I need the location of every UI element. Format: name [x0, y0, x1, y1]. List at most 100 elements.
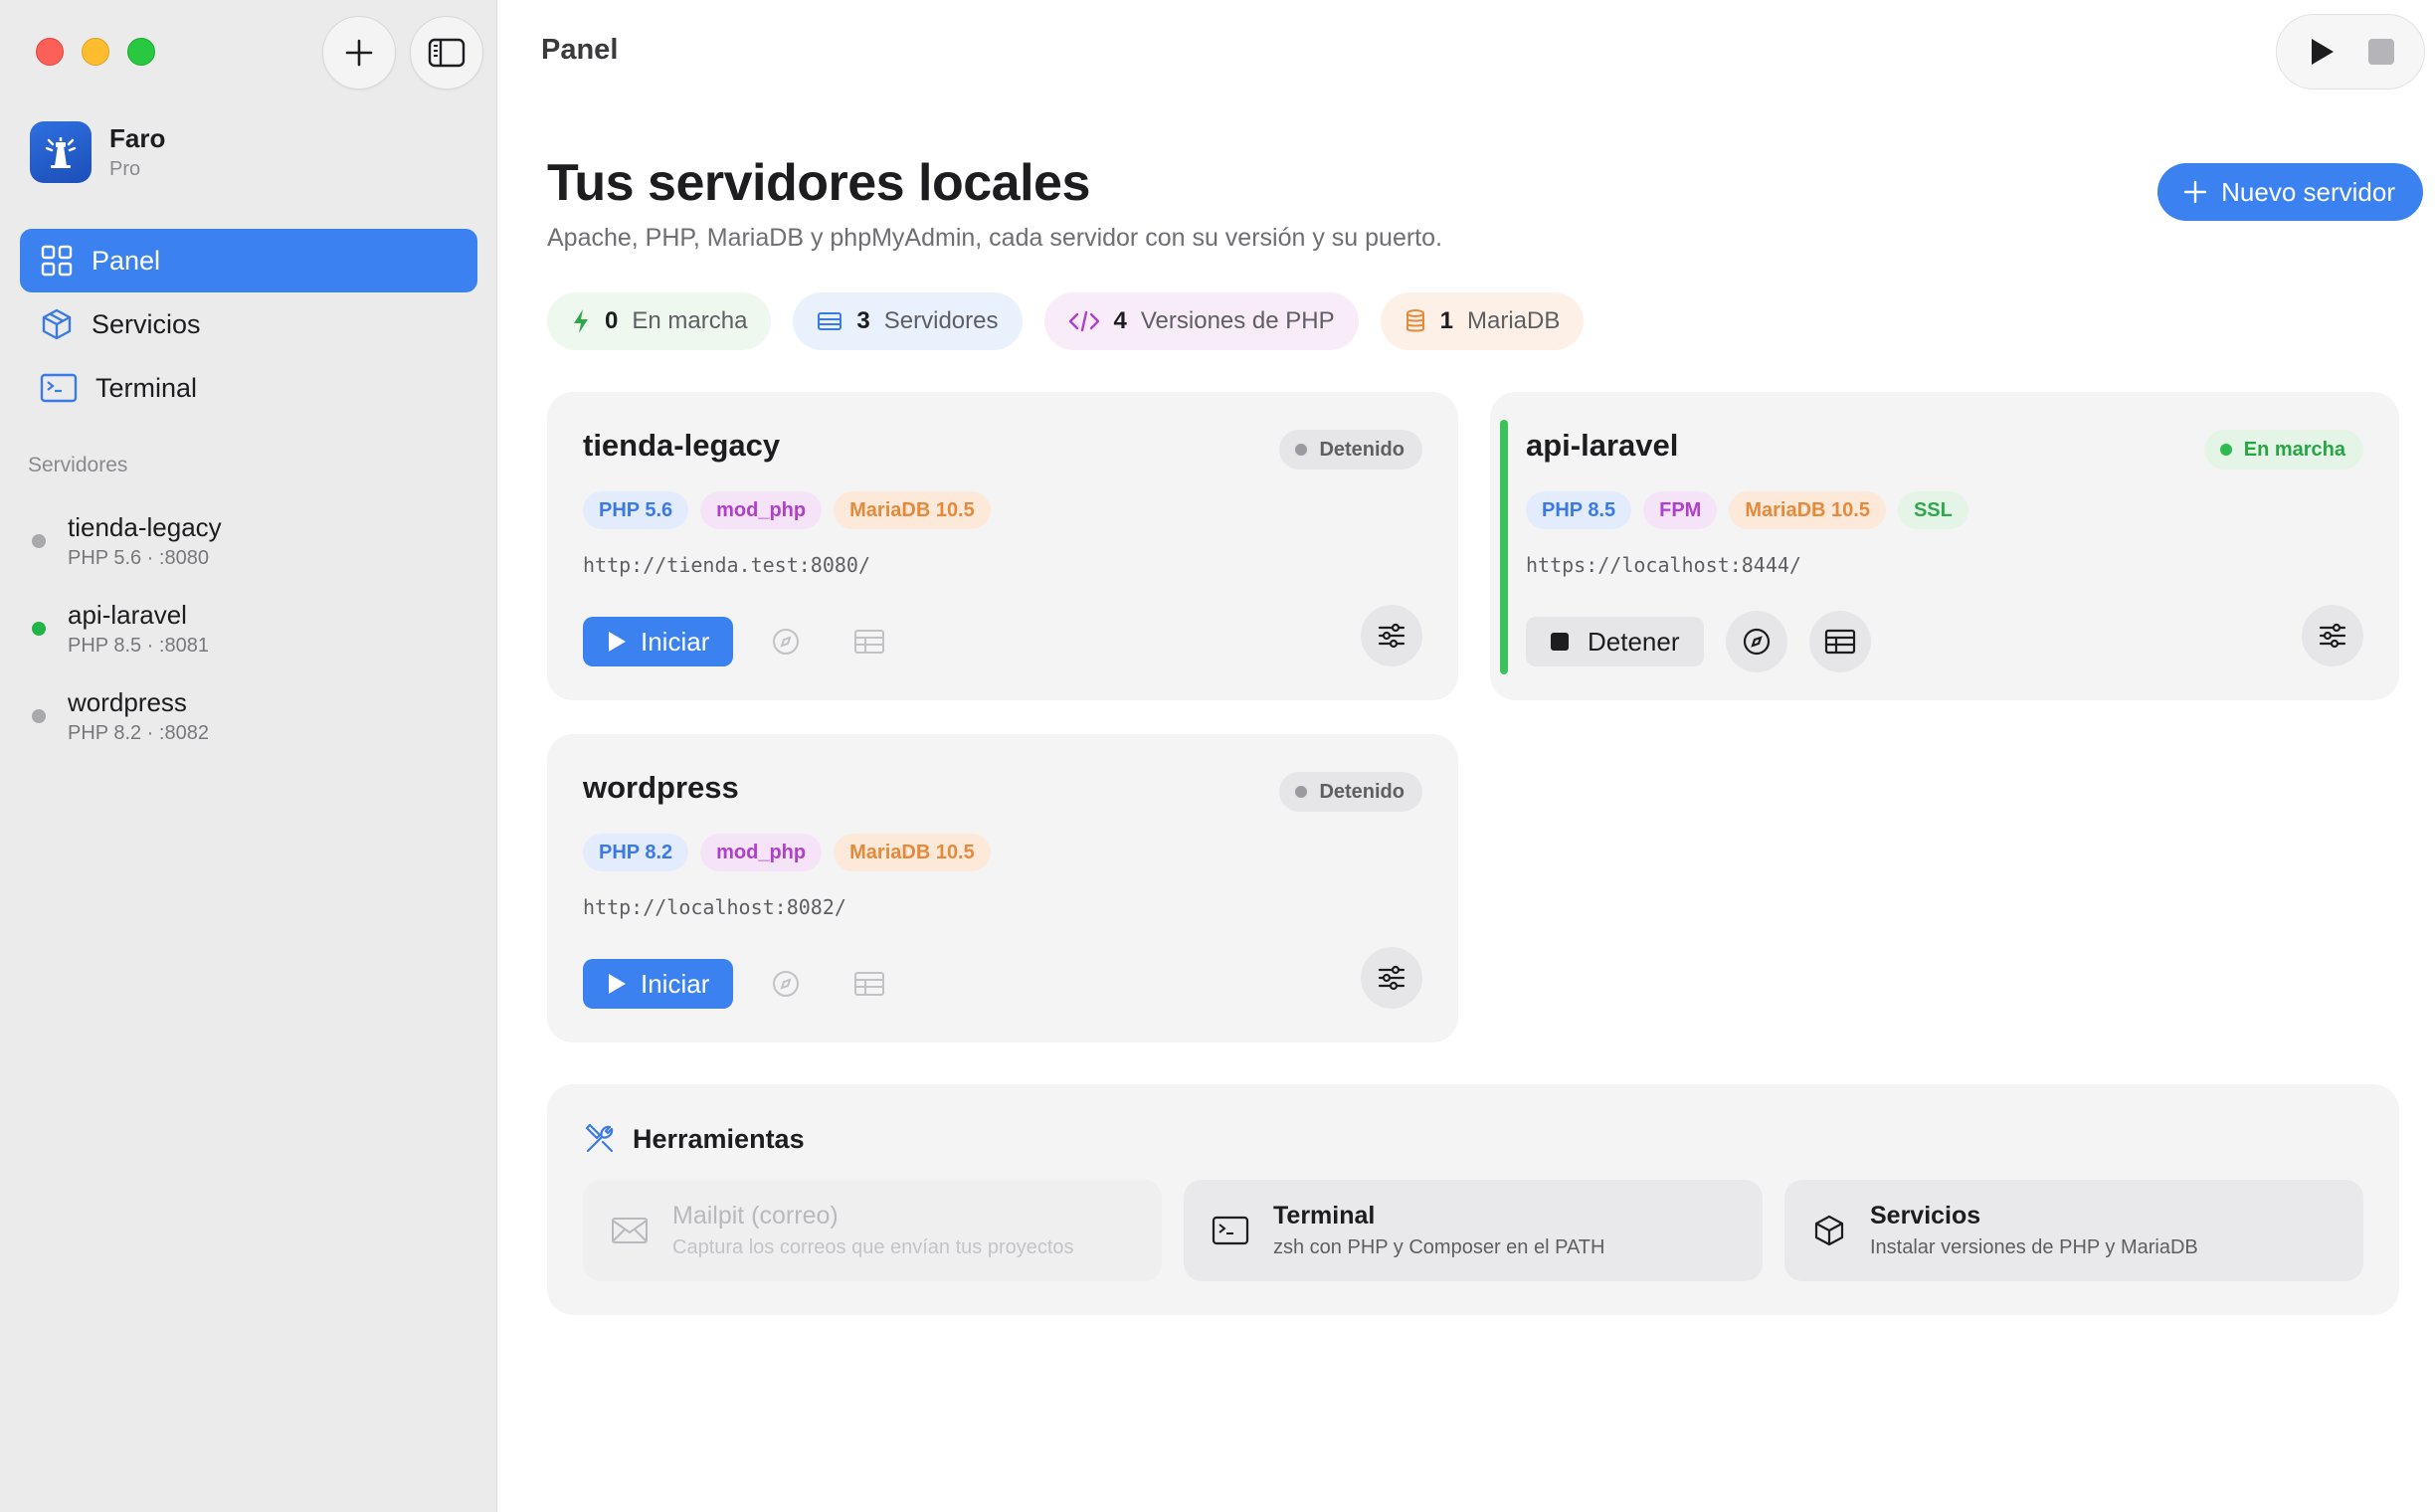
stat-count: 3 [856, 307, 870, 334]
open-browser-button[interactable] [755, 611, 817, 672]
server-rack-icon [818, 312, 843, 330]
stop-button[interactable]: Detener [1526, 617, 1704, 666]
stats-row: 0 En marcha 3 Servidores 4 Versiones de … [547, 292, 1585, 350]
tools-header: Herramientas [583, 1122, 805, 1156]
server-name: wordpress [68, 687, 187, 717]
stop-label: Detener [1588, 626, 1680, 657]
stat-running: 0 En marcha [547, 292, 772, 350]
sidebar-nav: Panel Servicios Terminal [20, 229, 477, 420]
server-url[interactable]: http://tienda.test:8080/ [583, 553, 870, 577]
bolt-icon [574, 309, 588, 333]
stat-label: MariaDB [1467, 307, 1561, 334]
sidebar-item-panel[interactable]: Panel [20, 229, 477, 292]
server-list-item-wordpress[interactable]: wordpress PHP 8.2 · :8082 [28, 672, 475, 760]
status-badge: En marcha [2203, 430, 2363, 470]
open-browser-button[interactable] [755, 953, 817, 1015]
stat-label: Servidores [883, 307, 999, 334]
app-tier: Pro [109, 158, 141, 180]
server-url[interactable]: http://localhost:8082/ [583, 895, 846, 919]
tool-terminal[interactable]: Terminal zsh con PHP y Composer en el PA… [1184, 1180, 1763, 1281]
sliders-icon [1378, 623, 1405, 649]
toggle-sidebar-button[interactable] [410, 16, 483, 90]
server-details: PHP 8.5 · :8081 [68, 635, 209, 657]
tag-handler: mod_php [700, 834, 823, 871]
server-settings-button[interactable] [2302, 605, 2363, 666]
sidebar-item-terminal[interactable]: Terminal [20, 356, 477, 420]
sliders-icon [2319, 623, 2346, 649]
run-controls [2276, 14, 2425, 90]
wrench-screwdriver-icon [585, 1123, 614, 1153]
stat-php-versions: 4 Versiones de PHP [1043, 292, 1359, 350]
server-name: tienda-legacy [68, 512, 222, 542]
tag-handler: FPM [1643, 491, 1718, 529]
card-actions: Iniciar [583, 953, 900, 1015]
status-dot [32, 534, 46, 548]
close-window-button[interactable] [36, 38, 64, 66]
status-badge: Detenido [1279, 430, 1422, 470]
tool-name: Servicios [1870, 1202, 1981, 1229]
terminal-icon [1212, 1216, 1249, 1245]
start-button[interactable]: Iniciar [583, 959, 734, 1009]
stop-all-button[interactable] [2367, 38, 2395, 66]
server-card-wordpress: wordpress Detenido PHP 8.2 mod_php Maria… [547, 734, 1458, 1042]
page-title: Tus servidores locales [547, 154, 1090, 212]
server-card-api-laravel: api-laravel En marcha PHP 8.5 FPM MariaD… [1490, 392, 2399, 700]
cube-icon [42, 308, 72, 340]
add-server-button[interactable] [322, 16, 396, 90]
tag-list: PHP 8.5 FPM MariaDB 10.5 SSL [1526, 491, 1968, 529]
sidebar-item-label: Servicios [92, 308, 201, 339]
main-content: Panel Tus servidores locales Apache, PHP… [497, 0, 2435, 1512]
new-server-button[interactable]: Nuevo servidor [2157, 163, 2423, 221]
open-database-button[interactable] [839, 953, 900, 1015]
sidebar-item-servicios[interactable]: Servicios [20, 292, 477, 356]
tool-servicios[interactable]: Servicios Instalar versiones de PHP y Ma… [1784, 1180, 2363, 1281]
stat-count: 1 [1439, 307, 1453, 334]
server-list-item-api-laravel[interactable]: api-laravel PHP 8.5 · :8081 [28, 585, 475, 672]
tag-database: MariaDB 10.5 [834, 491, 991, 529]
stat-label: Versiones de PHP [1140, 307, 1335, 334]
status-label: Detenido [1319, 438, 1405, 461]
open-database-button[interactable] [1808, 611, 1871, 672]
tag-ssl: SSL [1897, 491, 1968, 529]
start-button[interactable]: Iniciar [583, 617, 734, 666]
table-icon [854, 972, 885, 996]
server-details: PHP 8.2 · :8082 [68, 722, 209, 744]
status-dot [1295, 786, 1308, 798]
minimize-window-button[interactable] [82, 38, 109, 66]
compass-icon [773, 629, 800, 655]
start-label: Iniciar [641, 968, 710, 999]
tool-description: Instalar versiones de PHP y MariaDB [1870, 1236, 2198, 1258]
status-dot [2219, 444, 2232, 456]
open-browser-button[interactable] [1725, 611, 1787, 672]
tag-list: PHP 5.6 mod_php MariaDB 10.5 [583, 491, 991, 529]
tool-mailpit[interactable]: Mailpit (correo) Captura los correos que… [583, 1180, 1162, 1281]
terminal-icon [40, 373, 78, 403]
play-icon [609, 974, 626, 994]
start-label: Iniciar [641, 626, 710, 657]
play-all-button[interactable] [2307, 36, 2337, 68]
server-settings-button[interactable] [1361, 605, 1422, 666]
server-settings-button[interactable] [1361, 947, 1422, 1009]
plus-icon [345, 39, 373, 67]
status-dot [32, 709, 46, 723]
tag-php: PHP 8.2 [583, 834, 689, 871]
compass-icon [1743, 628, 1770, 656]
app-name: Faro [109, 123, 166, 153]
tag-php: PHP 5.6 [583, 491, 689, 529]
open-database-button[interactable] [839, 611, 900, 672]
server-list-item-tienda-legacy[interactable]: tienda-legacy PHP 5.6 · :8080 [28, 497, 475, 585]
envelope-icon [612, 1218, 648, 1243]
page-subtitle: Apache, PHP, MariaDB y phpMyAdmin, cada … [547, 224, 1442, 252]
database-icon [1405, 309, 1424, 332]
server-url[interactable]: https://localhost:8444/ [1526, 553, 1801, 577]
zoom-window-button[interactable] [127, 38, 155, 66]
stat-servers: 3 Servidores [793, 292, 1023, 350]
sliders-icon [1378, 965, 1405, 991]
server-name: api-laravel [68, 600, 187, 630]
window-controls [36, 38, 155, 66]
plus-icon [2183, 180, 2207, 204]
status-dot [32, 622, 46, 636]
app-window: Faro Pro Panel Servicios Terminal Servid… [0, 0, 2435, 1512]
tools-panel: Herramientas Mailpit (correo) Captura lo… [547, 1084, 2399, 1315]
play-icon [609, 632, 626, 652]
